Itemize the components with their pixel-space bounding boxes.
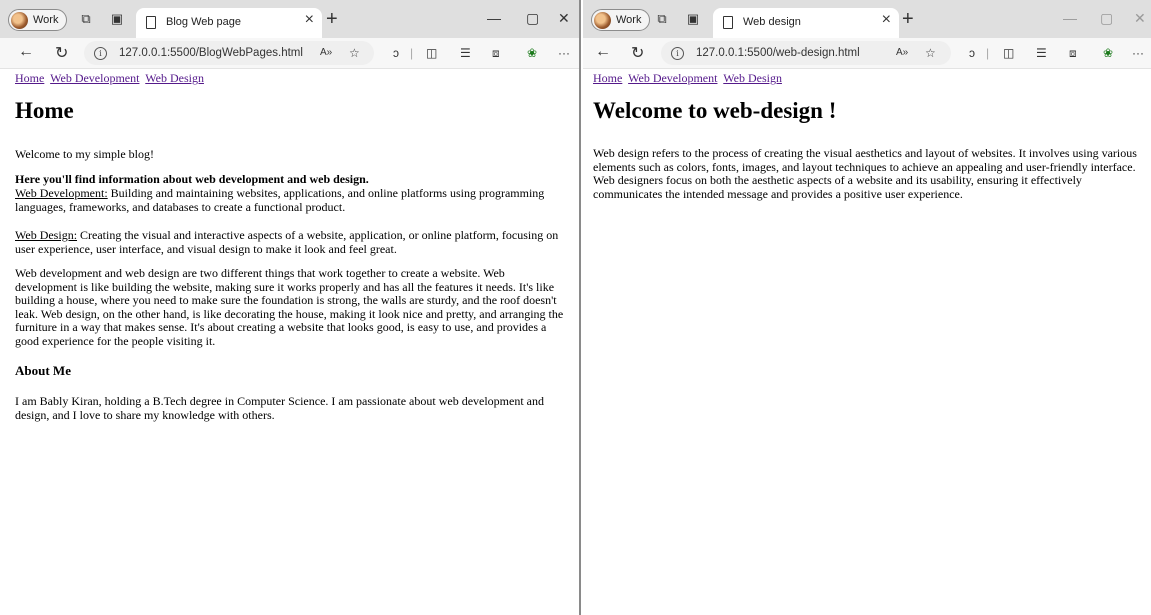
profile-button[interactable]: Work xyxy=(8,9,68,31)
favorites-icon[interactable]: ☰ xyxy=(460,46,471,60)
favorite-icon[interactable]: ☆ xyxy=(349,46,360,60)
divider: | xyxy=(986,46,990,60)
tab-title: Blog Web page xyxy=(166,16,242,28)
tab-blog-web-page[interactable]: Blog Web page × xyxy=(136,8,322,38)
favorites-icon[interactable]: ☰ xyxy=(1036,46,1047,60)
close-icon[interactable]: × xyxy=(882,11,891,29)
close-window-icon[interactable]: ✕ xyxy=(1134,10,1146,27)
minimize-icon[interactable]: — xyxy=(1063,10,1077,26)
page-content: Home Web Development Web Design Welcome … xyxy=(583,69,1151,615)
tab-title: Web design xyxy=(743,16,801,28)
nav-link-home[interactable]: Home xyxy=(15,71,44,85)
collections-icon[interactable]: ⧈ xyxy=(492,46,500,60)
browser-window-right: Work ⧉ ▣ Web design × + — ▢ ✕ ← ↻ i 127.… xyxy=(583,0,1151,615)
profile-label: Work xyxy=(33,14,59,26)
welcome-text: Welcome to my simple blog! xyxy=(15,147,155,161)
browser-window-left: Work ⧉ ▣ Blog Web page × + — ▢ ✕ ← ↻ i 1… xyxy=(0,0,581,615)
tab-actions-icon[interactable]: ▣ xyxy=(686,12,700,26)
refresh-icon[interactable]: ↻ xyxy=(631,43,644,63)
more-icon[interactable]: ··· xyxy=(558,46,570,60)
new-tab-icon[interactable]: + xyxy=(902,8,914,31)
page-icon xyxy=(723,16,733,29)
page-icon xyxy=(146,16,156,29)
maximize-icon[interactable]: ▢ xyxy=(1100,10,1113,27)
tab-web-design[interactable]: Web design × xyxy=(713,8,899,38)
web-design-paragraph: Web design refers to the process of crea… xyxy=(593,146,1137,201)
extensions-icon[interactable]: ❀ xyxy=(1103,46,1113,60)
url-text: 127.0.0.1:5500/web-design.html xyxy=(696,47,860,59)
refresh-icon[interactable]: ↻ xyxy=(55,43,68,63)
read-aloud-icon[interactable]: A» xyxy=(896,46,908,60)
tab-actions-icon[interactable]: ▣ xyxy=(110,12,124,26)
url-text: 127.0.0.1:5500/BlogWebPages.html xyxy=(119,47,303,59)
webdev-paragraph: Web Development: Building and maintainin… xyxy=(15,186,569,214)
nav-link-web-development[interactable]: Web Development xyxy=(50,71,139,85)
back-icon[interactable]: ← xyxy=(595,43,611,61)
workspaces-icon[interactable]: ⧉ xyxy=(655,12,669,26)
nav-links: Home Web Development Web Design xyxy=(15,71,207,86)
workspaces-icon[interactable]: ⧉ xyxy=(79,12,93,26)
new-tab-icon[interactable]: + xyxy=(326,8,338,31)
close-window-icon[interactable]: ✕ xyxy=(558,10,570,27)
comparison-paragraph: Web development and web design are two d… xyxy=(15,266,564,348)
webdesign-text: Creating the visual and interactive aspe… xyxy=(15,228,559,256)
favorite-icon[interactable]: ☆ xyxy=(925,46,936,60)
page-title: Home xyxy=(15,98,74,123)
back-icon[interactable]: ← xyxy=(18,43,34,61)
profile-label: Work xyxy=(616,14,642,26)
split-screen-icon[interactable]: ◫ xyxy=(426,46,437,60)
info-heading: Here you'll find information about web d… xyxy=(15,172,369,186)
more-icon[interactable]: ··· xyxy=(1132,46,1144,60)
page-title: Welcome to web-design ! xyxy=(593,98,837,123)
nav-link-web-design[interactable]: Web Design xyxy=(723,71,782,85)
toolbar: ← ↻ i 127.0.0.1:5500/web-design.html A» … xyxy=(583,38,1151,69)
page-content: Home Web Development Web Design Home Wel… xyxy=(0,69,579,615)
webdesign-paragraph: Web Design: Creating the visual and inte… xyxy=(15,228,569,256)
nav-link-web-development[interactable]: Web Development xyxy=(628,71,717,85)
divider: | xyxy=(410,46,414,60)
minimize-icon[interactable]: — xyxy=(487,10,501,26)
info-icon[interactable]: i xyxy=(671,46,684,60)
nav-link-home[interactable]: Home xyxy=(593,71,622,85)
copilot-icon[interactable]: ↄ xyxy=(393,46,399,60)
info-icon[interactable]: i xyxy=(94,46,107,60)
read-aloud-icon[interactable]: A» xyxy=(320,46,332,60)
toolbar: ← ↻ i 127.0.0.1:5500/BlogWebPages.html A… xyxy=(0,38,579,69)
about-text: I am Bably Kiran, holding a B.Tech degre… xyxy=(15,394,545,422)
title-bar: Work ⧉ ▣ Blog Web page × + — ▢ ✕ xyxy=(0,0,579,38)
webdesign-label: Web Design: xyxy=(15,228,78,242)
avatar-icon xyxy=(594,11,611,29)
profile-button[interactable]: Work xyxy=(591,9,651,31)
split-screen-icon[interactable]: ◫ xyxy=(1003,46,1014,60)
nav-link-web-design[interactable]: Web Design xyxy=(145,71,204,85)
close-icon[interactable]: × xyxy=(305,11,314,29)
about-heading: About Me xyxy=(15,363,71,378)
copilot-icon[interactable]: ↄ xyxy=(969,46,975,60)
webdev-label: Web Development: xyxy=(15,186,108,200)
collections-icon[interactable]: ⧈ xyxy=(1069,46,1077,60)
avatar-icon xyxy=(11,11,28,29)
title-bar: Work ⧉ ▣ Web design × + — ▢ ✕ xyxy=(583,0,1151,38)
maximize-icon[interactable]: ▢ xyxy=(526,10,539,27)
extensions-icon[interactable]: ❀ xyxy=(527,46,537,60)
nav-links: Home Web Development Web Design xyxy=(593,71,785,86)
